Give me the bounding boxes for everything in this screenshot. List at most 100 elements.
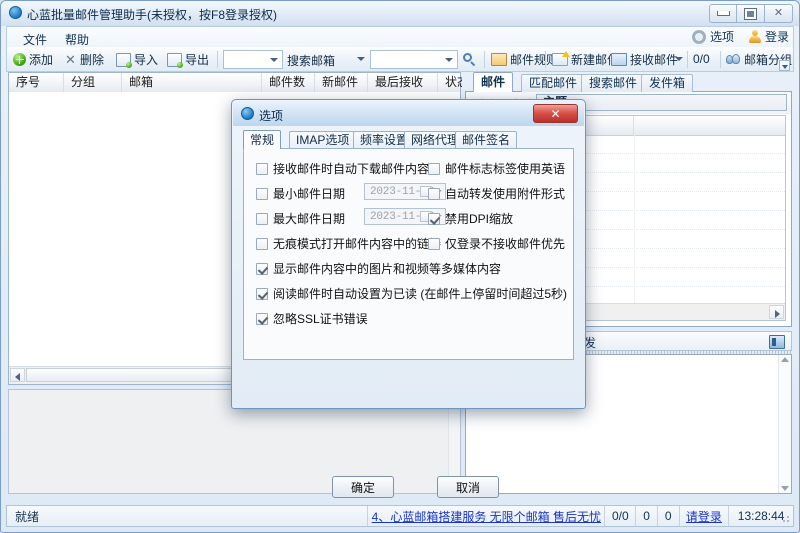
toolbar: 添加 ✕ 删除 导入 导出 搜索邮箱 邮件规则 新建邮件 接收邮件 0/0 邮箱…: [6, 47, 794, 72]
checkbox-incognito-links[interactable]: 无痕模式打开邮件内容中的链接: [256, 235, 441, 252]
options-button[interactable]: 选项: [691, 28, 734, 45]
search-input[interactable]: [370, 50, 458, 69]
import-label: 导入: [134, 53, 159, 67]
checkbox-disable-dpi-scaling[interactable]: 禁用DPI缩放: [428, 210, 513, 227]
checkbox-label: 仅登录不接收邮件优先: [445, 237, 566, 251]
msg-scroll-right-icon[interactable]: [769, 305, 784, 319]
layout-panel-icon: [769, 335, 785, 349]
toolbar-overflow-button[interactable]: [779, 60, 790, 71]
chevron-down-icon-2: [357, 57, 365, 61]
scroll-down-icon-2[interactable]: [781, 486, 789, 491]
search-scope-combo[interactable]: [223, 50, 283, 69]
column-mailcount[interactable]: 邮件数: [262, 73, 315, 92]
checkbox-box[interactable]: [256, 237, 268, 250]
search-mailbox-label: 搜索邮箱: [287, 54, 336, 68]
tab-mail[interactable]: 邮件: [473, 72, 514, 92]
ok-button[interactable]: 确定: [332, 476, 394, 498]
toolbar-separator-2: [484, 51, 485, 68]
tab-match-mail[interactable]: 匹配邮件: [521, 74, 586, 92]
mail-rule-button[interactable]: 邮件规则: [491, 50, 558, 69]
checkbox-login-only-priority[interactable]: 仅登录不接收邮件优先: [428, 235, 565, 252]
tab-search-mail[interactable]: 搜索邮件: [581, 74, 646, 92]
checkbox-box[interactable]: [256, 262, 268, 275]
checkbox-auto-forward-attachment[interactable]: 自动转发使用附件形式: [428, 185, 565, 202]
delete-icon: ✕: [65, 52, 76, 67]
toolbar-separator-4: [687, 51, 688, 68]
column-mailbox[interactable]: 邮箱: [122, 73, 262, 92]
checkbox-max-mail-date[interactable]: 最大邮件日期: [256, 210, 345, 227]
add-button[interactable]: 添加: [13, 50, 53, 69]
checkbox-box[interactable]: [428, 162, 440, 175]
search-icon: [463, 53, 476, 66]
dialog-tab-general[interactable]: 常规: [243, 130, 282, 149]
dialog-close-button[interactable]: ✕: [533, 104, 578, 123]
close-icon: ✕: [550, 106, 561, 121]
add-icon: [13, 53, 26, 66]
resize-grip-icon[interactable]: [780, 513, 790, 523]
column-index[interactable]: 序号: [9, 73, 64, 92]
status-login-link[interactable]: 请登录: [686, 508, 722, 525]
delete-button[interactable]: ✕ 删除: [64, 50, 104, 69]
toolbar-separator-5: [720, 51, 721, 68]
checkbox-label: 忽略SSL证书错误: [273, 312, 368, 326]
checkbox-min-mail-date[interactable]: 最小邮件日期: [256, 185, 345, 202]
checkbox-label: 自动转发使用附件形式: [445, 187, 566, 201]
mail-rule-label: 邮件规则: [510, 53, 559, 67]
options-dialog: 选项 ✕ 常规 IMAP选项 频率设置 网络代理 邮件签名 接收邮件时自动下载邮…: [231, 99, 586, 498]
tab-outbox[interactable]: 发件箱: [641, 74, 694, 92]
checkbox-box[interactable]: [428, 187, 440, 200]
status-text: 就绪: [7, 506, 369, 526]
scroll-left-icon[interactable]: [10, 368, 25, 382]
add-label: 添加: [29, 53, 54, 67]
scroll-up-icon[interactable]: [781, 357, 789, 362]
export-button[interactable]: 导出: [167, 50, 209, 69]
group-icon: [726, 54, 741, 65]
column-group[interactable]: 分组: [64, 73, 122, 92]
checkbox-box[interactable]: [256, 187, 268, 200]
checkbox-box[interactable]: [256, 212, 268, 225]
minimize-icon: [716, 11, 730, 16]
column-lastreceive[interactable]: 最后接收: [368, 73, 438, 92]
import-icon: [116, 52, 132, 68]
mail-rule-icon: [491, 53, 507, 66]
checkbox-box[interactable]: [256, 312, 268, 325]
chevron-down-icon-3: [445, 58, 453, 62]
close-button[interactable]: ✕: [765, 4, 793, 23]
checkbox-box[interactable]: [428, 237, 440, 250]
new-mail-button[interactable]: 新建邮件: [552, 50, 619, 69]
dialog-general-pane: 接收邮件时自动下载邮件内容 最小邮件日期 2023-11-06 最大邮件日期 2…: [243, 148, 574, 360]
checkbox-show-multimedia[interactable]: 显示邮件内容中的图片和视频等多媒体内容: [256, 260, 501, 277]
user-icon: [748, 30, 761, 43]
maximize-button[interactable]: [737, 4, 765, 23]
checkbox-label: 禁用DPI缩放: [445, 212, 514, 226]
layout-panel-button[interactable]: [769, 334, 785, 350]
editor-vscrollbar[interactable]: [778, 355, 791, 493]
checkbox-box[interactable]: [256, 287, 268, 300]
dialog-tab-signature[interactable]: 邮件签名: [455, 131, 518, 149]
checkbox-ignore-ssl-errors[interactable]: 忽略SSL证书错误: [256, 310, 368, 327]
mail-counter: 0/0: [693, 52, 710, 66]
dialog-tab-imap[interactable]: IMAP选项: [289, 131, 357, 149]
checkbox-auto-mark-read[interactable]: 阅读邮件时自动设置为已读 (在邮件上停留时间超过5秒): [256, 285, 567, 302]
checkbox-box[interactable]: [428, 212, 440, 225]
status-bar: 就绪 4、心蓝邮箱搭建服务 无限个邮箱 售后无忧 0/0 0 0 请登录 13:…: [6, 505, 794, 527]
login-button[interactable]: 登录: [748, 28, 789, 45]
column-status[interactable]: 状态: [438, 73, 462, 92]
receive-mail-button[interactable]: 接收邮件: [611, 50, 678, 69]
checkbox-auto-download-content[interactable]: 接收邮件时自动下载邮件内容: [256, 160, 429, 177]
receive-mail-dropdown[interactable]: [670, 50, 686, 69]
promo-link[interactable]: 4、心蓝邮箱搭建服务 无限个邮箱 售后无忧: [372, 508, 601, 525]
checkbox-box[interactable]: [256, 162, 268, 175]
search-button[interactable]: [463, 50, 476, 69]
cancel-button[interactable]: 取消: [437, 476, 499, 498]
search-field-combo[interactable]: [347, 50, 369, 69]
column-newmail[interactable]: 新邮件: [315, 73, 368, 92]
status-count-b: 0: [658, 506, 680, 526]
dialog-tabs: 常规 IMAP选项 频率设置 网络代理 邮件签名: [243, 130, 574, 149]
account-table-header: 序号 分组 邮箱 邮件数 新邮件 最后接收 状态: [9, 73, 462, 93]
import-button[interactable]: 导入: [116, 50, 158, 69]
export-label: 导出: [185, 53, 210, 67]
gear-icon: [691, 29, 706, 44]
checkbox-english-flags[interactable]: 邮件标志标签使用英语: [428, 160, 565, 177]
minimize-button[interactable]: [709, 4, 737, 23]
